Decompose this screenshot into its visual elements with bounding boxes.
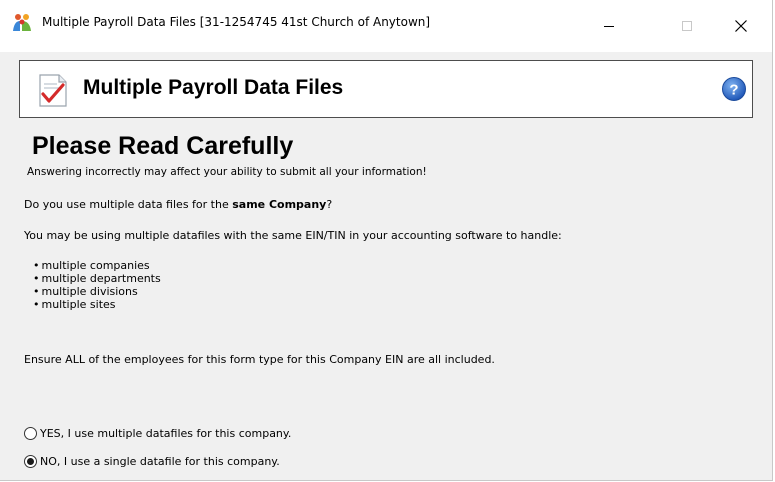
app-icon [11,11,33,33]
svg-text:?: ? [729,82,738,99]
minimize-button[interactable] [586,0,632,52]
intro-text: You may be using multiple datafiles with… [24,229,562,242]
help-icon[interactable]: ? [721,76,747,102]
radio-label-no: NO, I use a single datafile for this com… [40,454,280,468]
question-suffix: ? [326,198,333,211]
maximize-icon [682,21,692,31]
radio-label-yes: YES, I use multiple datafiles for this c… [40,426,292,440]
radio-option-no[interactable]: NO, I use a single datafile for this com… [24,452,280,470]
header-panel: Multiple Payroll Data Files ? [19,60,753,118]
maximize-button[interactable] [664,0,710,52]
question-emphasis: same Company [232,198,327,211]
bullet-list: multiple companies multiple departments … [33,259,161,311]
document-check-icon [37,72,69,108]
radio-button-yes[interactable] [24,426,37,440]
warning-text: Answering incorrectly may affect your ab… [27,166,427,178]
radio-option-yes[interactable]: YES, I use multiple datafiles for this c… [24,424,291,442]
ensure-text: Ensure ALL of the employees for this for… [24,353,495,366]
close-button[interactable] [718,0,764,52]
list-item: multiple companies [33,259,161,272]
list-item: multiple divisions [33,285,161,298]
list-item: multiple sites [33,298,161,311]
header-title: Multiple Payroll Data Files [83,76,344,99]
list-item: multiple departments [33,272,161,285]
close-icon [735,20,747,32]
dialog-window: Multiple Payroll Data Files [31-1254745 … [0,0,773,481]
radio-selected-dot [27,457,34,465]
radio-button-no[interactable] [24,454,37,468]
content-area: Please Read Carefully Answering incorrec… [0,120,772,480]
question-text: Do you use multiple data files for the s… [24,198,332,211]
page-heading: Please Read Carefully [32,132,294,160]
window-title: Multiple Payroll Data Files [31-1254745 … [42,15,431,29]
question-prefix: Do you use multiple data files for the [24,198,233,211]
minimize-icon [604,26,614,27]
title-bar[interactable]: Multiple Payroll Data Files [31-1254745 … [0,0,772,52]
